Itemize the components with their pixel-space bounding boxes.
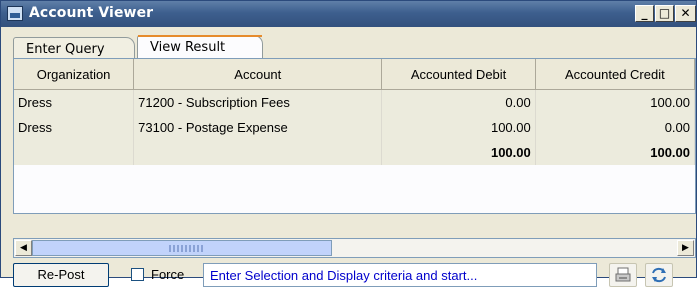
column-header-accounted-credit[interactable]: Accounted Credit [535,59,696,90]
force-checkbox[interactable] [131,268,144,281]
total-debit: 100.00 [381,140,536,165]
print-button[interactable] [609,263,637,287]
column-header-accounted-debit[interactable]: Accounted Debit [381,59,536,90]
column-header-organization[interactable]: Organization [14,59,135,90]
refresh-button[interactable] [645,263,673,287]
repost-button[interactable]: Re-Post [13,263,109,287]
cell-debit[interactable]: 0.00 [381,89,536,115]
force-label: Force [151,267,185,282]
cell-total-empty [14,140,135,165]
scroll-thumb[interactable] [32,240,332,256]
column-header-account[interactable]: Account [133,59,383,90]
minimize-button[interactable]: _ [635,5,654,22]
table-row[interactable]: Dress 73100 - Postage Expense 100.00 0.0… [14,115,696,140]
result-table-container: Organization Account Accounted Debit Acc… [13,58,696,214]
cell-credit[interactable]: 0.00 [535,115,696,140]
horizontal-scrollbar[interactable]: ◀ ▶ [13,238,696,258]
app-icon [7,6,23,21]
cell-total-empty [133,140,383,165]
totals-row: 100.00 100.00 [14,140,696,165]
account-viewer-window: Account Viewer _ □ ✕ Enter Query View Re… [0,0,697,287]
close-button[interactable]: ✕ [675,5,696,22]
refresh-icon [652,267,666,283]
status-message: Enter Selection and Display criteria and… [203,263,597,287]
cell-credit[interactable]: 100.00 [535,89,696,115]
status-bar: Re-Post Force Enter Selection and Displa… [13,263,696,289]
maximize-button[interactable]: □ [655,5,674,22]
print-icon [615,267,631,282]
tab-view-result[interactable]: View Result [137,35,263,59]
cell-debit[interactable]: 100.00 [381,115,536,140]
tab-enter-query[interactable]: Enter Query [13,37,135,59]
cell-account[interactable]: 71200 - Subscription Fees [133,89,383,115]
result-table: Organization Account Accounted Debit Acc… [14,59,696,165]
scroll-right-button[interactable]: ▶ [677,240,694,256]
scroll-grip [169,245,205,252]
table-row[interactable]: Dress 71200 - Subscription Fees 0.00 100… [14,89,696,115]
title-bar[interactable]: Account Viewer _ □ ✕ [1,1,696,27]
cell-organization[interactable]: Dress [14,115,135,140]
scroll-left-button[interactable]: ◀ [15,240,32,256]
cell-account[interactable]: 73100 - Postage Expense [133,115,383,140]
cell-organization[interactable]: Dress [14,89,135,115]
total-credit: 100.00 [535,140,696,165]
window-title: Account Viewer [29,5,154,21]
